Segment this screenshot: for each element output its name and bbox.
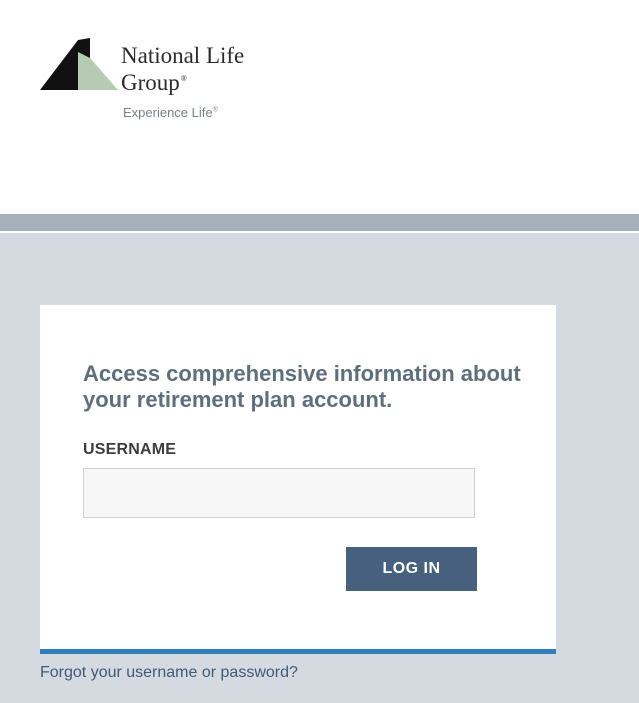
brand-name-group: Group	[121, 70, 180, 95]
login-headline: Access comprehensive information about y…	[83, 361, 521, 412]
national-life-logo[interactable]: National Life Group® Experience Life®	[40, 38, 280, 128]
header-band	[0, 214, 639, 231]
tagline-registered-mark: ®	[212, 106, 218, 114]
username-input[interactable]	[83, 468, 475, 518]
tagline-text: Experience Life	[123, 105, 213, 120]
brand-tagline: Experience Life®	[123, 105, 218, 120]
login-card: Access comprehensive information about y…	[40, 305, 556, 649]
registered-mark: ®	[180, 74, 187, 84]
brand-name-line1: National Life	[121, 43, 245, 68]
forgot-credentials-link[interactable]: Forgot your username or password?	[40, 664, 298, 682]
brand-name-line2: Group®	[121, 71, 187, 94]
card-accent-border	[40, 649, 556, 654]
header: National Life Group® Experience Life®	[0, 0, 639, 214]
username-label: USERNAME	[83, 441, 177, 458]
triangle-logo-icon	[40, 38, 118, 90]
login-page: National Life Group® Experience Life® Ac…	[0, 0, 639, 703]
login-button[interactable]: LOG IN	[346, 547, 477, 591]
